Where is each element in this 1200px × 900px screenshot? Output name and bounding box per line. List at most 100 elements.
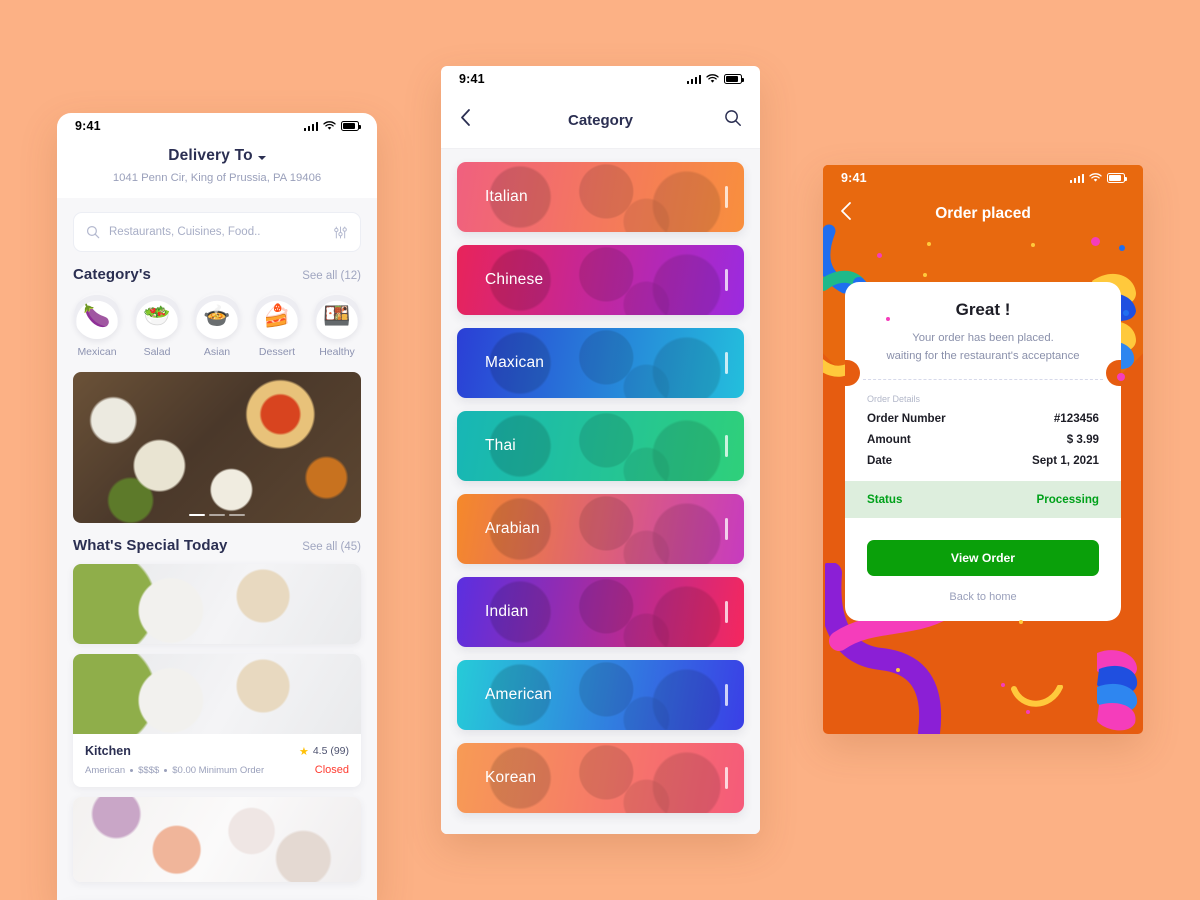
category-glyph: 🍆 — [83, 303, 111, 328]
battery-icon — [1107, 173, 1127, 183]
view-order-button[interactable]: View Order — [867, 540, 1099, 576]
category-header: Category — [441, 92, 760, 148]
filter-sliders-icon[interactable] — [333, 225, 348, 240]
restaurant-card-kitchen[interactable]: Kitchen ★ 4.5 (99) American $$$$ $0.00 M… — [73, 654, 361, 787]
wifi-icon — [706, 74, 719, 83]
category-card-arabian[interactable]: Arabian — [457, 494, 744, 564]
category-item-mexican[interactable]: 🍆 Mexican — [69, 293, 125, 358]
confetti-dot — [1031, 243, 1035, 247]
confetti-dot — [1123, 310, 1129, 316]
dot-separator-icon — [130, 768, 134, 772]
category-card-maxican[interactable]: Maxican — [457, 328, 744, 398]
categories-section-header: Category's See all (12) — [57, 252, 377, 283]
battery-icon — [341, 121, 361, 131]
delivery-to-label: Delivery To — [168, 147, 253, 164]
category-label: Asian — [203, 346, 231, 358]
restaurant-card-bottom[interactable] — [73, 797, 361, 882]
category-list: Italian Chinese Maxican Thai Arabian Ind… — [441, 148, 760, 834]
detail-value: Sept 1, 2021 — [1031, 454, 1099, 467]
detail-key: Order Number — [867, 412, 946, 425]
status-time: 9:41 — [841, 171, 867, 185]
status-value: Processing — [1036, 493, 1099, 506]
order-header: 9:41 Order placed — [823, 165, 1143, 223]
category-row: 🍆 Mexican 🥗 Salad 🍲 Asian 🍰 Dessert 🍱 He… — [57, 283, 377, 358]
category-card-label: Korean — [485, 769, 537, 786]
delivery-address: 1041 Penn Cir, King of Prussia, PA 19406 — [112, 172, 322, 184]
category-glyph: 🍰 — [263, 303, 291, 328]
category-card-korean[interactable]: Korean — [457, 743, 744, 813]
battery-icon — [724, 74, 744, 84]
category-icon: 🍰 — [254, 293, 300, 339]
category-item-dessert[interactable]: 🍰 Dessert — [249, 293, 305, 358]
search-bar[interactable] — [73, 212, 361, 252]
see-all-categories-link[interactable]: See all (12) — [302, 270, 361, 282]
category-card-indian[interactable]: Indian — [457, 577, 744, 647]
card-handle-icon — [725, 601, 728, 623]
restaurant-name: Kitchen — [85, 744, 131, 758]
card-handle-icon — [725, 352, 728, 374]
search-input[interactable] — [109, 226, 324, 238]
card-handle-icon — [725, 684, 728, 706]
rating-value: 4.5 (99) — [312, 745, 349, 757]
category-card-american[interactable]: American — [457, 660, 744, 730]
category-icon: 🍲 — [194, 293, 240, 339]
restaurant-card-top[interactable] — [73, 564, 361, 644]
card-handle-icon — [725, 186, 728, 208]
category-card-label: Italian — [485, 188, 528, 205]
card-handle-icon — [725, 269, 728, 291]
category-card-chinese[interactable]: Chinese — [457, 245, 744, 315]
search-button[interactable] — [724, 109, 742, 132]
confetti-dot — [927, 242, 931, 246]
category-label: Healthy — [319, 346, 355, 358]
back-to-home-link[interactable]: Back to home — [845, 576, 1121, 621]
detail-key: Amount — [867, 433, 911, 446]
detail-row-date: Date Sept 1, 2021 — [845, 446, 1121, 467]
price-level: $$$$ — [138, 764, 160, 776]
confetti-dot — [896, 668, 900, 672]
category-card-label: Chinese — [485, 271, 544, 288]
minimum-order: $0.00 Minimum Order — [172, 764, 265, 776]
chevron-down-icon — [257, 155, 266, 160]
delivery-header: Delivery To 1041 Penn Cir, King of Pruss… — [57, 139, 377, 198]
confetti-dot — [1019, 620, 1023, 624]
hero-banner-image[interactable] — [73, 372, 361, 523]
category-card-label: Indian — [485, 603, 529, 620]
delivery-to-selector[interactable]: Delivery To — [168, 147, 266, 165]
see-all-special-link[interactable]: See all (45) — [302, 541, 361, 553]
message-line-1: Your order has been placed. — [912, 332, 1054, 344]
detail-value: $ 3.99 — [1066, 433, 1099, 446]
status-icons — [303, 121, 361, 131]
category-card-italian[interactable]: Italian — [457, 162, 744, 232]
category-item-asian[interactable]: 🍲 Asian — [189, 293, 245, 358]
restaurant-info: Kitchen ★ 4.5 (99) American $$$$ $0.00 M… — [73, 734, 361, 787]
back-button[interactable] — [839, 201, 853, 226]
category-card-label: Maxican — [485, 354, 545, 371]
category-card-label: Arabian — [485, 520, 540, 537]
status-time: 9:41 — [459, 72, 485, 86]
category-icon: 🍆 — [74, 293, 120, 339]
category-card-thai[interactable]: Thai — [457, 411, 744, 481]
status-bar: 9:41 — [823, 165, 1143, 191]
canvas: 9:41 Delivery To 1041 Penn Cir, King of … — [0, 0, 1200, 900]
category-item-healthy[interactable]: 🍱 Healthy — [309, 293, 365, 358]
confetti-dot — [1117, 373, 1125, 381]
chevron-left-icon — [461, 109, 470, 126]
confetti-yellow-smile — [1011, 685, 1063, 707]
detail-row-order-number: Order Number #123456 — [845, 404, 1121, 425]
signal-bars-icon — [1069, 173, 1084, 183]
section-title: Category's — [73, 266, 151, 283]
home-content: Category's See all (12) 🍆 Mexican 🥗 Sala… — [57, 198, 377, 900]
page-title: Order placed — [935, 205, 1031, 222]
order-status-row: Status Processing — [845, 481, 1121, 518]
category-item-salad[interactable]: 🥗 Salad — [129, 293, 185, 358]
status-key: Status — [867, 493, 903, 506]
category-label: Mexican — [77, 346, 117, 358]
back-button[interactable] — [459, 108, 472, 132]
special-section-header: What's Special Today See all (45) — [57, 523, 377, 554]
detail-row-amount: Amount $ 3.99 — [845, 425, 1121, 446]
detail-value: #123456 — [1053, 412, 1099, 425]
confetti-dot — [1001, 683, 1005, 687]
card-handle-icon — [725, 435, 728, 457]
message-line-2: waiting for the restaurant's acceptance — [886, 349, 1080, 362]
star-icon: ★ — [298, 745, 309, 758]
